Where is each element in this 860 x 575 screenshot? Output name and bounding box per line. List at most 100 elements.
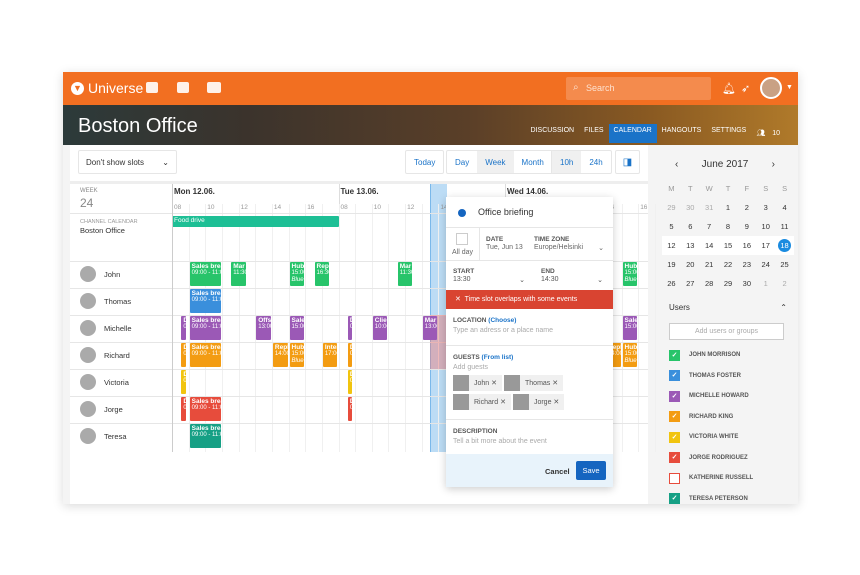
user-checkbox[interactable]: ✓	[669, 390, 680, 402]
start-select[interactable]: 13:30 ⌄	[453, 276, 525, 284]
calendar-day[interactable]: 9	[737, 217, 756, 236]
calendar-event[interactable]: Sales break09:00 - 11:00	[189, 424, 221, 448]
calendar-event[interactable]: D0	[347, 370, 353, 394]
calendar-day[interactable]: 19	[662, 255, 681, 274]
user-item[interactable]: KATHERINE RUSSELL	[669, 468, 753, 489]
calendar-day[interactable]: 27	[681, 274, 700, 293]
user-item[interactable]: ✓ THOMAS FOSTER	[669, 366, 753, 387]
calendar-event[interactable]: Sales break09:00 - 11:00	[189, 343, 221, 367]
remove-icon[interactable]: ✕	[552, 379, 558, 387]
calendar-event[interactable]: Hub15:00Blue r	[289, 262, 305, 286]
user-checkbox[interactable]: ✓	[669, 411, 680, 423]
rocket-icon[interactable]: ➶	[741, 82, 750, 95]
calendar-day[interactable]: 7	[700, 217, 719, 236]
layers-icon[interactable]	[177, 82, 189, 93]
tab-hangouts[interactable]: HANGOUTS	[657, 124, 707, 143]
calendar-event[interactable]: D0	[347, 316, 353, 340]
view-month[interactable]: Month	[514, 151, 552, 173]
user-checkbox[interactable]: ✓	[669, 493, 680, 504]
calendar-day[interactable]: 3	[756, 198, 775, 217]
calendar-event[interactable]: Hub15:00Blue r	[622, 343, 638, 367]
calendar-day[interactable]: 17	[756, 236, 776, 255]
prev-month-icon[interactable]: ‹	[675, 159, 678, 170]
calendar-event[interactable]: Sales break09:00 - 11:00	[189, 262, 221, 286]
calendar-day[interactable]: 30	[737, 274, 756, 293]
location-input[interactable]: Type an adress or a place name	[453, 327, 553, 334]
end-select[interactable]: 14:30 ⌄	[541, 276, 603, 284]
tab-calendar[interactable]: CALENDAR	[608, 124, 657, 143]
calendar-day[interactable]: 29	[719, 274, 738, 293]
user-item[interactable]: ✓ JOHN MORRISON	[669, 345, 753, 366]
members-count[interactable]: 👥︎ 10	[751, 124, 790, 143]
selected-day[interactable]: 18	[778, 239, 792, 252]
book-icon[interactable]	[146, 82, 158, 93]
caret-down-icon[interactable]: ▼	[786, 84, 793, 91]
calendar-event[interactable]: Offs13:00	[256, 316, 271, 340]
people-icon[interactable]	[207, 82, 221, 93]
calendar-event[interactable]: Clie10:00	[372, 316, 388, 340]
calendar-day[interactable]: 8	[719, 217, 738, 236]
calendar-event[interactable]: Inter17:00	[322, 343, 338, 367]
range-24h[interactable]: 24h	[581, 151, 610, 173]
description-input[interactable]: Tell a bit more about the event	[453, 438, 547, 445]
calendar-day[interactable]: 1	[756, 274, 775, 293]
guests-from-list-link[interactable]: (From list)	[482, 354, 514, 361]
calendar-event[interactable]: Sales break09:00 - 11:00	[189, 397, 221, 421]
save-button[interactable]: Save	[576, 461, 606, 480]
calendar-event[interactable]: Hub15:00Blue r	[289, 343, 305, 367]
calendar-event[interactable]: Mar13:00	[422, 316, 438, 340]
calendar-day[interactable]: 1	[719, 198, 738, 217]
calendar-day[interactable]: 2	[737, 198, 756, 217]
guests-input[interactable]: Add guests	[453, 364, 488, 371]
calendar-event[interactable]: Mar11:30	[397, 262, 413, 286]
calendar-event[interactable]: Hub15:00Blue r	[622, 262, 638, 286]
calendar-event[interactable]: D0	[347, 397, 353, 421]
calendar-event[interactable]: D0	[347, 343, 353, 367]
user-checkbox[interactable]: ✓	[669, 349, 680, 361]
calendar-day[interactable]: 26	[662, 274, 681, 293]
day-header[interactable]: Tue 13.06.	[341, 187, 379, 196]
calendar-day[interactable]: 15	[718, 236, 738, 255]
calendar-day[interactable]: 25	[775, 255, 794, 274]
user-item[interactable]: ✓ TERESA PETERSON	[669, 489, 753, 504]
calendar-day[interactable]: 24	[756, 255, 775, 274]
calendar-event[interactable]: Repl14:00	[272, 343, 288, 367]
calendar-event[interactable]: D0	[181, 316, 186, 340]
remove-icon[interactable]: ✕	[500, 398, 506, 406]
calendar-day[interactable]: 16	[737, 236, 757, 255]
calendar-day[interactable]: 21	[700, 255, 719, 274]
remove-icon[interactable]: ✕	[553, 398, 559, 406]
search-input[interactable]: ⌕ Search	[566, 77, 711, 100]
all-day-event[interactable]: Food drive	[172, 216, 339, 227]
calendar-day[interactable]: 13	[680, 236, 700, 255]
calendar-day[interactable]: 4	[775, 198, 794, 217]
calendar-event[interactable]: D0	[181, 370, 186, 394]
calendar-day[interactable]: 20	[681, 255, 700, 274]
logo[interactable]: ▼ Universe	[71, 80, 143, 96]
day-header[interactable]: Mon 12.06.	[174, 187, 215, 196]
calendar-day[interactable]: 28	[700, 274, 719, 293]
calendar-day[interactable]: 10	[756, 217, 775, 236]
user-item[interactable]: ✓ RICHARD KING	[669, 407, 753, 428]
calendar-event[interactable]: D0	[181, 397, 186, 421]
calendar-day[interactable]: 31	[700, 198, 719, 217]
calendar-day[interactable]: 22	[719, 255, 738, 274]
choose-location-link[interactable]: (Choose)	[488, 317, 516, 324]
tab-settings[interactable]: SETTINGS	[706, 124, 751, 143]
day-header[interactable]: Wed 14.06.	[507, 187, 548, 196]
calendar-day[interactable]: 18	[775, 236, 794, 255]
slots-dropdown[interactable]: Don't show slots ⌄	[78, 150, 177, 174]
calendar-day[interactable]: 14	[699, 236, 719, 255]
all-day-checkbox[interactable]	[456, 233, 468, 245]
calendar-event[interactable]: Sales15:00	[289, 316, 305, 340]
user-checkbox[interactable]	[669, 472, 680, 484]
cancel-button[interactable]: Cancel	[545, 467, 570, 476]
user-checkbox[interactable]: ✓	[669, 452, 680, 464]
notification-icon[interactable]: 🔔︎	[722, 82, 736, 95]
calendar-day[interactable]: 30	[681, 198, 700, 217]
user-checkbox[interactable]: ✓	[669, 370, 680, 382]
view-day[interactable]: Day	[447, 151, 477, 173]
calendar-day[interactable]: 6	[681, 217, 700, 236]
calendar-event[interactable]: D0	[181, 343, 186, 367]
tab-files[interactable]: FILES	[579, 124, 608, 143]
